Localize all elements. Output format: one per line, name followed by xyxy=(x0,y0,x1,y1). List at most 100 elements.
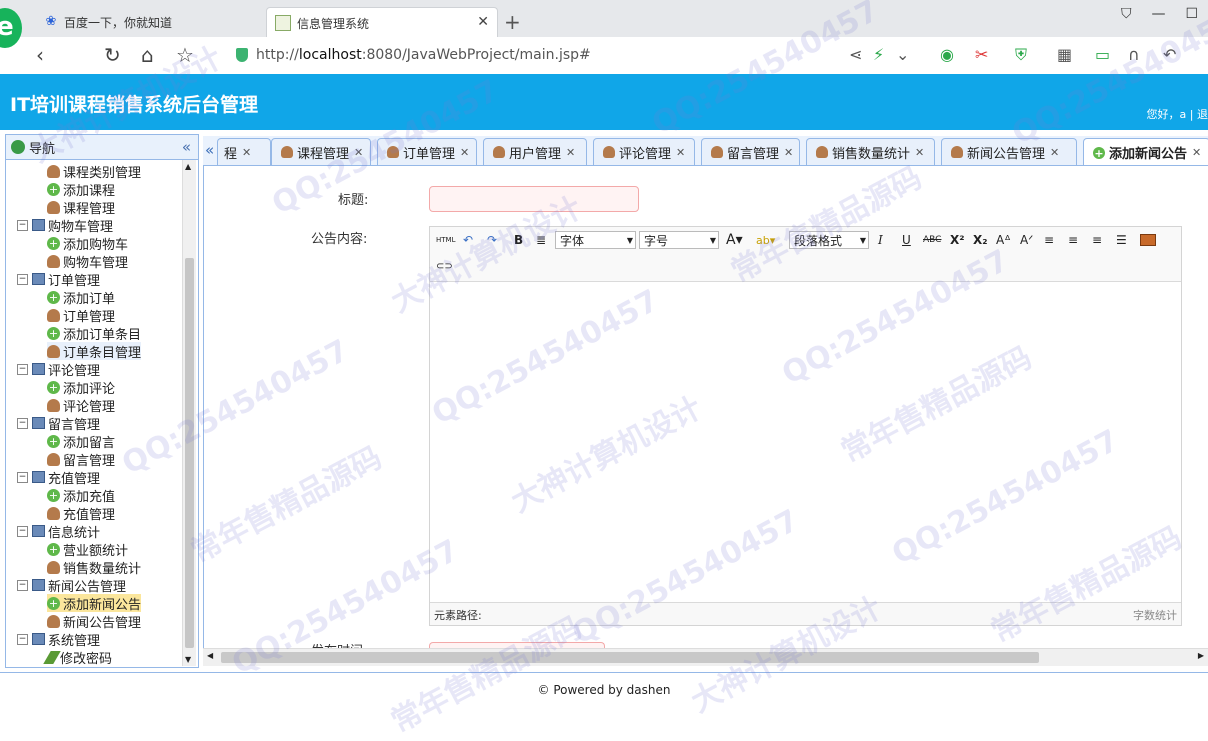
browser-tab-baidu[interactable]: ❀ 百度一下，你就知道 xyxy=(36,7,264,37)
tab-close-icon[interactable]: ✕ xyxy=(676,146,685,159)
tree-group[interactable]: 信息统计 xyxy=(32,522,100,541)
tree-group[interactable]: 留言管理 xyxy=(32,414,100,433)
headphones-icon[interactable]: ∩ xyxy=(1128,45,1140,64)
justify-button[interactable]: ☰ xyxy=(1116,231,1127,249)
tab-close-icon[interactable]: ✕ xyxy=(354,146,363,159)
nav-scrollbar-thumb[interactable] xyxy=(185,258,194,648)
tabs-scroll-left-icon[interactable]: « xyxy=(205,141,214,159)
link-button[interactable]: ⊂⊃ xyxy=(436,257,453,275)
tab-close-icon[interactable]: ✕ xyxy=(1192,146,1201,159)
tree-item[interactable]: + 营业额统计 xyxy=(47,540,128,559)
tree-item[interactable]: + 添加订单条目 xyxy=(47,324,141,343)
tab-close-icon[interactable]: ✕ xyxy=(1050,146,1059,159)
redo-button[interactable]: ↷ xyxy=(487,231,497,249)
tab-close-icon[interactable]: ✕ xyxy=(566,146,575,159)
tree-item[interactable]: 课程类别管理 xyxy=(47,162,141,181)
image-button[interactable] xyxy=(1140,231,1156,249)
grid-icon[interactable]: ▦ xyxy=(1057,45,1072,64)
maximize-icon[interactable]: ☐ xyxy=(1185,6,1198,22)
font-color-button[interactable]: A▾ xyxy=(726,231,743,249)
reload-icon[interactable]: ↻ xyxy=(104,43,121,67)
title-input[interactable] xyxy=(429,186,639,212)
tree-item[interactable]: + 添加留言 xyxy=(47,432,115,451)
paragraph-select[interactable]: 段落格式 ▼ xyxy=(789,231,869,249)
scroll-right-icon[interactable]: ▶ xyxy=(1198,651,1204,660)
browser-tab-info[interactable]: 信息管理系统 ✕ xyxy=(266,7,498,38)
collapse-toggle-icon[interactable]: − xyxy=(17,364,28,375)
battery-icon[interactable]: ▭ xyxy=(1095,45,1110,64)
scroll-left-icon[interactable]: ◀ xyxy=(207,651,213,660)
tree-item[interactable]: 评论管理 xyxy=(47,396,115,415)
font-down-button[interactable]: Aᐟ xyxy=(1020,231,1033,249)
nav-scrollbar[interactable]: ▲ ▼ xyxy=(182,160,196,666)
tab-close-icon[interactable]: ✕ xyxy=(784,146,793,159)
collapse-toggle-icon[interactable]: − xyxy=(17,634,28,645)
share-icon[interactable]: ⋖ xyxy=(849,45,862,64)
new-tab-icon[interactable]: + xyxy=(504,10,521,34)
undo-button[interactable]: ↶ xyxy=(463,231,473,249)
url-field[interactable]: http://localhost:8080/JavaWebProject/mai… xyxy=(236,44,591,66)
star-icon[interactable]: ☆ xyxy=(176,43,194,67)
collapse-toggle-icon[interactable]: − xyxy=(17,418,28,429)
html-source-button[interactable]: HTML xyxy=(436,231,455,249)
tab[interactable]: 留言管理 ✕ xyxy=(701,138,800,165)
user-greeting[interactable]: 您好，a | 退 xyxy=(1147,106,1208,122)
tab[interactable]: 销售数量统计 ✕ xyxy=(806,138,935,165)
scissors-icon[interactable]: ✂ xyxy=(975,45,988,64)
tree-item[interactable]: + 添加新闻公告 xyxy=(47,594,142,613)
tab[interactable]: 评论管理 ✕ xyxy=(593,138,695,165)
tab[interactable]: 订单管理 ✕ xyxy=(377,138,477,165)
subscript-button[interactable]: X₂ xyxy=(973,231,988,249)
tree-group[interactable]: 新闻公告管理 xyxy=(32,576,126,595)
tree-item[interactable]: 销售数量统计 xyxy=(47,558,141,577)
italic-button[interactable]: I xyxy=(878,231,883,249)
tab[interactable]: + 添加新闻公告 ✕ xyxy=(1083,138,1208,165)
extension-icon[interactable]: ◉ xyxy=(940,45,954,64)
scroll-down-icon[interactable]: ▼ xyxy=(185,655,191,664)
tree-item[interactable]: 新闻公告管理 xyxy=(47,612,141,631)
tree-item[interactable]: 课程管理 xyxy=(47,198,115,217)
highlight-button[interactable]: ab▾ xyxy=(756,231,775,249)
superscript-button[interactable]: X² xyxy=(950,231,965,249)
tree-group[interactable]: 订单管理 xyxy=(32,270,100,289)
tab-close-icon[interactable]: ✕ xyxy=(460,146,469,159)
tree-item[interactable]: 订单条目管理 xyxy=(47,342,142,361)
undo-icon[interactable]: ↶ xyxy=(1163,45,1176,64)
security-icon[interactable]: ⛨ xyxy=(1015,45,1027,65)
content-scrollbar[interactable]: ◀ ▶ xyxy=(203,648,1208,666)
tree-item[interactable]: 订单管理 xyxy=(47,306,115,325)
tree-item[interactable]: + 添加课程 xyxy=(47,180,115,199)
collapse-toggle-icon[interactable]: − xyxy=(17,580,28,591)
tab[interactable]: 用户管理 ✕ xyxy=(483,138,587,165)
minimize-icon[interactable]: — xyxy=(1151,6,1165,22)
tree-group[interactable]: 系统管理 xyxy=(32,630,100,649)
tree-item[interactable]: 购物车管理 xyxy=(47,252,128,271)
strikethrough-button[interactable]: ABC xyxy=(923,231,941,249)
font-up-button[interactable]: Aᐞ xyxy=(996,231,1011,249)
tab[interactable]: 课程管理 ✕ xyxy=(271,138,371,165)
underline-button[interactable]: U xyxy=(902,231,911,249)
align-center-button[interactable]: ≡ xyxy=(1092,231,1102,249)
align-right-button[interactable]: ≡ xyxy=(1068,231,1078,249)
scroll-up-icon[interactable]: ▲ xyxy=(185,162,191,171)
tab-close-icon[interactable]: ✕ xyxy=(915,146,924,159)
tab-close-icon[interactable]: ✕ xyxy=(242,146,251,159)
collapse-toggle-icon[interactable]: − xyxy=(17,220,28,231)
tree-group[interactable]: 购物车管理 xyxy=(32,216,113,235)
back-icon[interactable]: ‹ xyxy=(36,43,44,67)
tree-item[interactable]: + 添加充值 xyxy=(47,486,115,505)
tree-item[interactable]: + 添加评论 xyxy=(47,378,115,397)
tree-item[interactable]: 充值管理 xyxy=(47,504,115,523)
tab[interactable]: 新闻公告管理 ✕ xyxy=(941,138,1077,165)
align-left-button[interactable]: ≡ xyxy=(1044,231,1054,249)
tree-item[interactable]: 修改密码 xyxy=(43,648,112,666)
chevron-down-icon[interactable]: ⌄ xyxy=(896,45,909,64)
lightning-icon[interactable]: ⚡ xyxy=(873,45,884,64)
tree-group[interactable]: 评论管理 xyxy=(32,360,100,379)
tab[interactable]: 程 ✕ xyxy=(217,138,271,165)
font-size-select[interactable]: 字号 ▼ xyxy=(639,231,719,249)
bold-button[interactable]: B xyxy=(514,231,523,249)
collapse-toggle-icon[interactable]: − xyxy=(17,526,28,537)
tree-item[interactable]: 留言管理 xyxy=(47,450,115,469)
format-icon-button[interactable]: ≣ xyxy=(536,231,546,249)
